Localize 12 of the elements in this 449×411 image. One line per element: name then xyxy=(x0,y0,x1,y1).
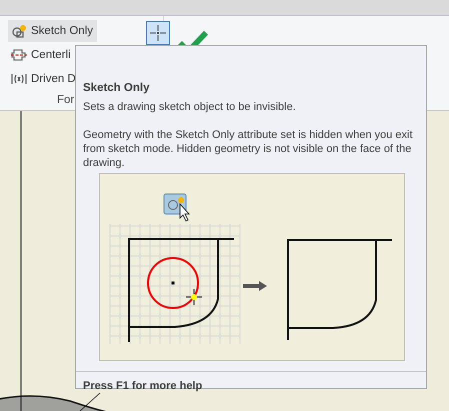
ribbon-button[interactable]: Centerli xyxy=(8,44,71,66)
tooltip-description: Geometry with the Sketch Only attribute set is hidden when you exit from sketch mode. Hidden geometry is not visible on the face of the drawing. xyxy=(83,128,414,170)
ribbon-button[interactable]: Sketch Only xyxy=(8,20,97,42)
tooltip-title: Sketch Only xyxy=(83,81,150,95)
ribbon-button[interactable]: Driven D xyxy=(8,68,76,90)
sketch-bulb-icon xyxy=(11,23,27,39)
panel-label: For xyxy=(57,94,74,106)
help-hint: Press F1 for more help xyxy=(76,371,426,393)
driven-dimension-icon xyxy=(11,71,27,87)
tooltip-summary: Sets a drawing sketch object to be invisible. xyxy=(83,100,297,114)
crosshair-button[interactable] xyxy=(146,21,170,45)
centerline-icon xyxy=(11,47,27,63)
